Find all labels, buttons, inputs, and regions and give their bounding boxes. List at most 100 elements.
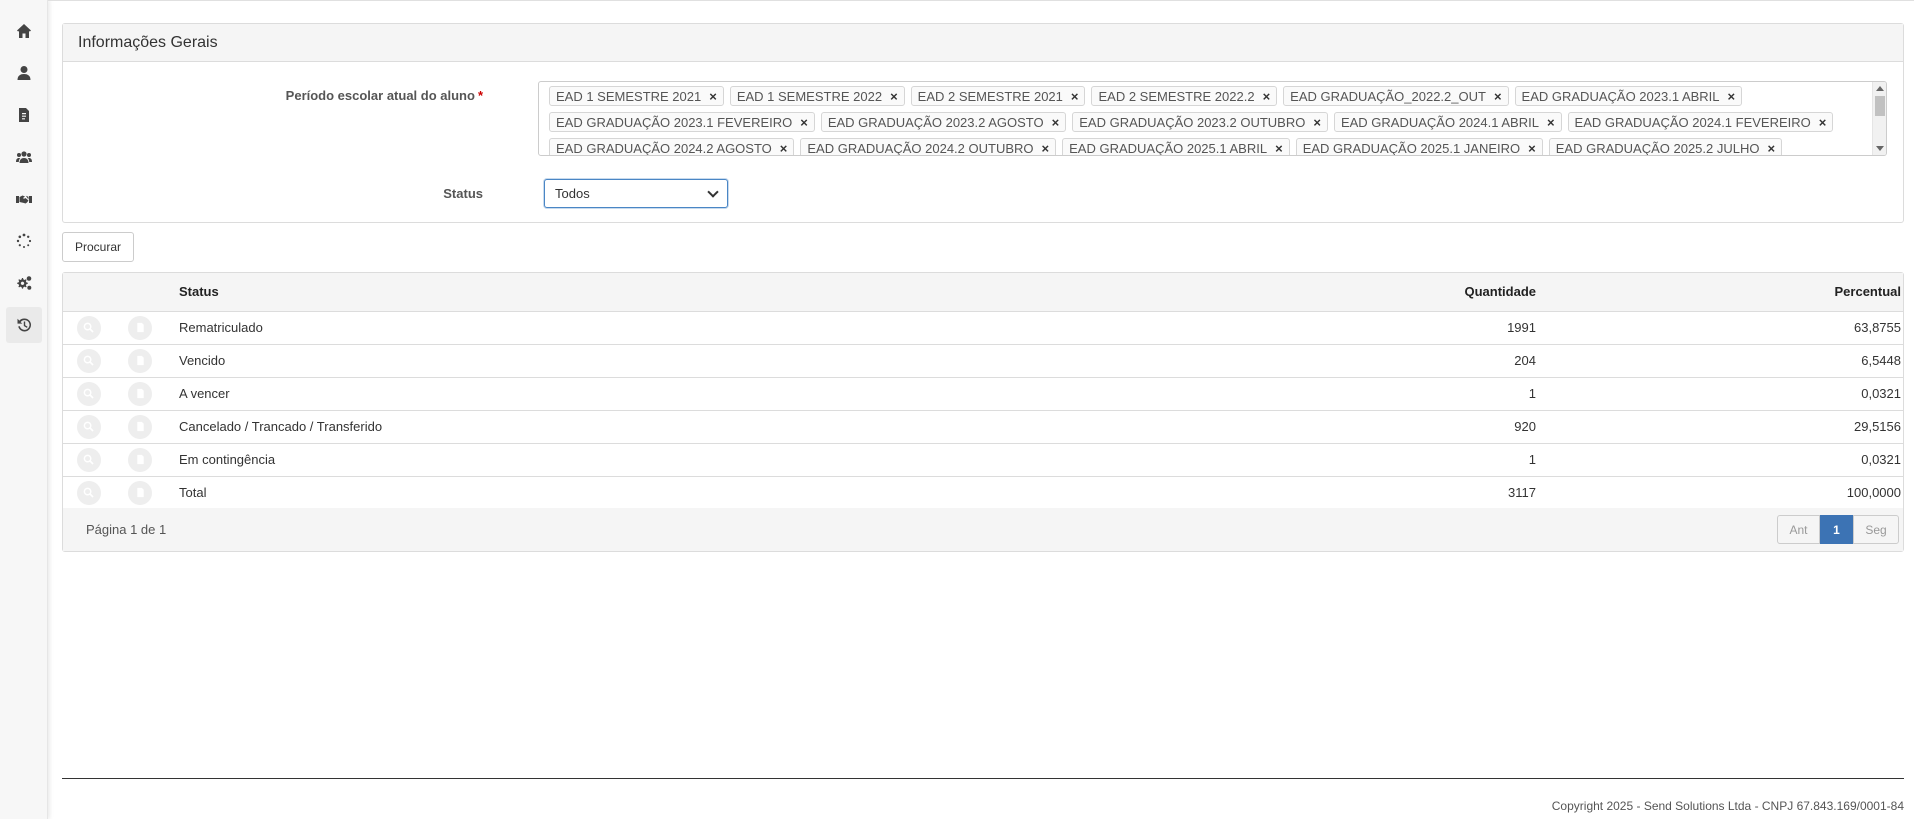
sidebar-item-home[interactable] [6, 13, 42, 49]
home-icon [17, 24, 31, 38]
row-action-cell [114, 377, 166, 410]
tag-remove-icon[interactable]: × [780, 141, 788, 156]
sidebar-item-user[interactable] [6, 55, 42, 91]
status-select[interactable]: Todos [544, 179, 728, 208]
top-divider [48, 0, 1914, 1]
periodo-multiselect[interactable]: EAD 1 SEMESTRE 2021 × EAD 1 SEMESTRE 2022 ×… [538, 81, 1887, 156]
sidebar-item-settings[interactable] [6, 265, 42, 301]
periodo-tag: EAD GRADUAÇÃO 2025.2 JULHO × [1548, 138, 1783, 156]
table-row[interactable]: Vencido 204 6,5448 [63, 344, 1903, 377]
tag-label: EAD GRADUAÇÃO 2025.1 ABRIL [1069, 140, 1268, 156]
periodo-tag: EAD GRADUAÇÃO_2022.2_OUT × [1283, 86, 1509, 106]
cell-percentual: 29,5156 [1854, 419, 1901, 434]
pagination-prev[interactable]: Ant [1777, 515, 1820, 544]
multiselect-scrollbar[interactable] [1872, 82, 1886, 155]
cell-quantidade: 1991 [1507, 320, 1536, 335]
pagination-page-1[interactable]: 1 [1820, 515, 1853, 544]
sidebar-item-document[interactable] [6, 97, 42, 133]
tag-remove-icon[interactable]: × [1494, 89, 1502, 104]
tag-row-1: EAD 1 SEMESTRE 2021 × EAD 1 SEMESTRE 2022 ×… [549, 86, 1743, 106]
table-row[interactable]: Em contingência 1 0,0321 [63, 443, 1903, 476]
cell-quantidade: 1 [1528, 386, 1536, 401]
cell-status: Rematriculado [179, 320, 263, 335]
scroll-down-arrow-icon[interactable] [1876, 146, 1884, 151]
scroll-thumb[interactable] [1875, 96, 1885, 116]
periodo-label-text: Período escolar atual do aluno [285, 88, 475, 103]
periodo-tag: EAD GRADUAÇÃO 2024.1 FEVEREIRO × [1567, 112, 1834, 132]
tag-remove-icon[interactable]: × [1275, 141, 1283, 156]
tag-remove-icon[interactable]: × [1819, 115, 1827, 130]
document-icon[interactable] [128, 348, 152, 373]
tag-label: EAD GRADUAÇÃO 2024.1 ABRIL [1340, 114, 1539, 130]
tag-remove-icon[interactable]: × [1263, 89, 1271, 104]
tag-label: EAD GRADUAÇÃO 2025.2 JULHO [1555, 140, 1760, 156]
tag-remove-icon[interactable]: × [1042, 141, 1050, 156]
document-icon[interactable] [128, 447, 152, 472]
periodo-tag: EAD 2 SEMESTRE 2021 × [910, 86, 1086, 106]
tag-remove-icon[interactable]: × [709, 89, 717, 104]
sidebar-item-partners[interactable] [6, 181, 42, 217]
results-table: Status Quantidade Percentual Rematricula… [62, 272, 1904, 552]
pagination-next[interactable]: Seg [1853, 515, 1899, 544]
table-row[interactable]: Total 3117 100,0000 [63, 476, 1903, 509]
status-select-value: Todos [555, 186, 590, 201]
row-action-cell [63, 344, 114, 377]
tag-label: EAD GRADUAÇÃO 2025.1 JANEIRO [1302, 140, 1521, 156]
tag-remove-icon[interactable]: × [890, 89, 898, 104]
scroll-up-arrow-icon[interactable] [1876, 86, 1884, 91]
document-icon [19, 108, 29, 122]
periodo-tag: EAD GRADUAÇÃO 2025.1 ABRIL × [1062, 138, 1290, 156]
table-row[interactable]: Rematriculado 1991 63,8755 [63, 311, 1903, 344]
document-icon[interactable] [128, 480, 152, 505]
search-icon[interactable] [76, 447, 101, 472]
tag-remove-icon[interactable]: × [1071, 89, 1079, 104]
users-icon [16, 151, 32, 163]
cell-status: Total [179, 485, 207, 500]
tag-remove-icon[interactable]: × [1767, 141, 1775, 156]
tag-remove-icon[interactable]: × [1728, 89, 1736, 104]
header-action-2 [114, 273, 166, 312]
cell-percentual: 6,5448 [1861, 353, 1901, 368]
search-icon[interactable] [76, 414, 101, 439]
row-action-cell [114, 344, 166, 377]
search-icon[interactable] [76, 480, 101, 505]
gears-icon [17, 276, 32, 290]
tag-remove-icon[interactable]: × [800, 115, 808, 130]
sidebar-item-history[interactable] [6, 307, 42, 343]
row-action-cell [63, 410, 114, 443]
history-icon [17, 318, 32, 332]
search-button[interactable]: Procurar [62, 232, 134, 262]
search-icon[interactable] [76, 348, 101, 373]
periodo-tag: EAD GRADUAÇÃO 2023.2 OUTUBRO × [1072, 112, 1328, 132]
tag-remove-icon[interactable]: × [1528, 141, 1536, 156]
table-row[interactable]: Cancelado / Trancado / Transferido 920 29,… [63, 410, 1903, 443]
sidebar-item-users[interactable] [6, 139, 42, 175]
search-icon[interactable] [76, 381, 101, 406]
row-action-cell [114, 410, 166, 443]
table-row[interactable]: A vencer 1 0,0321 [63, 377, 1903, 410]
document-icon[interactable] [128, 381, 152, 406]
periodo-tag: EAD 1 SEMESTRE 2021 × [549, 86, 724, 106]
document-icon[interactable] [128, 414, 152, 439]
row-action-cell [63, 443, 114, 476]
sidebar-item-loading[interactable] [6, 223, 42, 259]
header-quantidade[interactable]: Quantidade [1243, 273, 1543, 312]
cell-percentual: 100,0000 [1846, 485, 1901, 500]
tag-label: EAD GRADUAÇÃO_2022.2_OUT [1290, 88, 1486, 104]
tag-remove-icon[interactable]: × [1547, 115, 1555, 130]
tag-label: EAD GRADUAÇÃO 2023.1 FEVEREIRO [556, 114, 793, 130]
table-footer: Página 1 de 1 Ant 1 Seg [63, 508, 1903, 551]
periodo-tag: EAD 2 SEMESTRE 2022.2 × [1091, 86, 1278, 106]
header-percentual[interactable]: Percentual [1543, 273, 1903, 312]
tag-label: EAD 1 SEMESTRE 2021 [556, 88, 702, 104]
chevron-down-icon [707, 185, 719, 198]
document-icon[interactable] [128, 315, 152, 340]
tag-remove-icon[interactable]: × [1313, 115, 1321, 130]
header-status[interactable]: Status [166, 273, 1243, 312]
search-icon[interactable] [76, 315, 101, 340]
tag-label: EAD GRADUAÇÃO 2023.2 AGOSTO [827, 114, 1044, 130]
periodo-tag: EAD GRADUAÇÃO 2024.2 AGOSTO × [549, 138, 795, 156]
required-mark: * [477, 88, 483, 103]
tag-label: EAD GRADUAÇÃO 2023.1 ABRIL [1521, 88, 1720, 104]
tag-remove-icon[interactable]: × [1052, 115, 1060, 130]
